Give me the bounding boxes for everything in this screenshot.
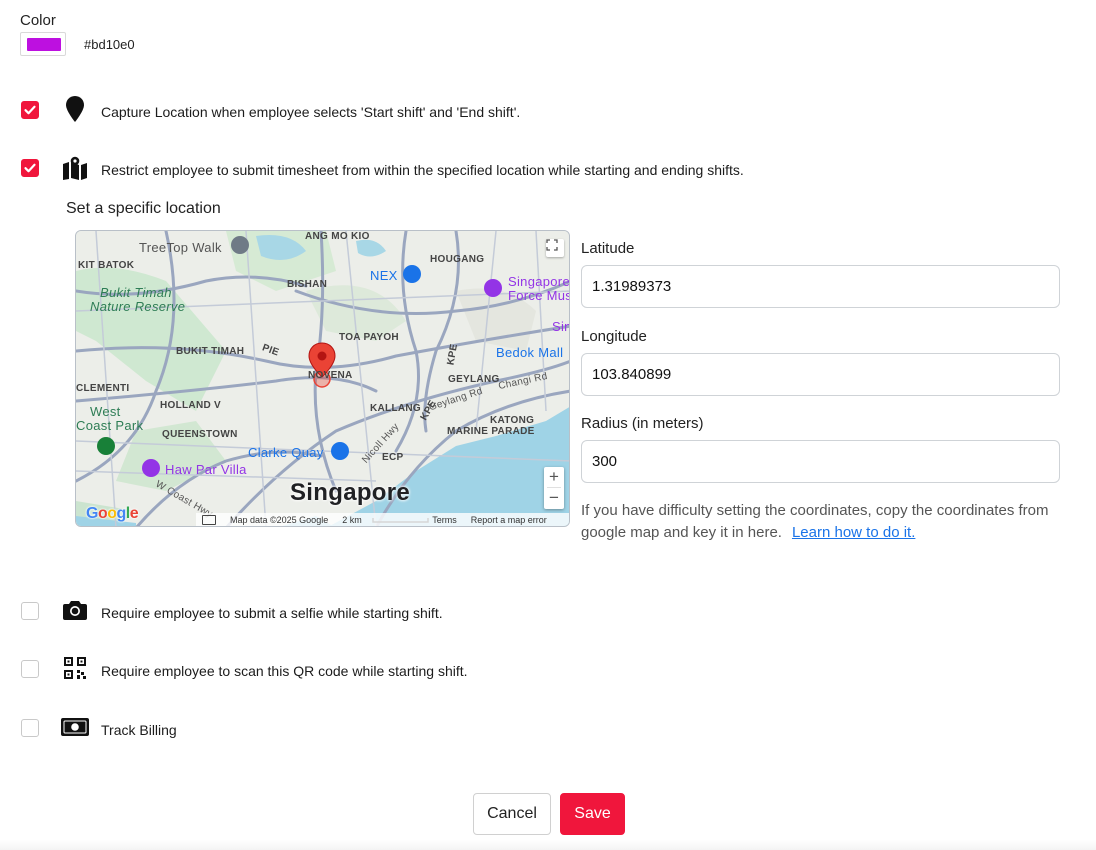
map-label-clementi: CLEMENTI (76, 383, 130, 394)
coordinates-help: If you have difficulty setting the coord… (581, 500, 1061, 544)
capture-location-label: Capture Location when employee selects '… (101, 104, 521, 120)
map-scale-text[interactable]: 2 km (342, 515, 418, 525)
map-data-text: Map data ©2025 Google (230, 515, 329, 525)
color-swatch-fill (27, 38, 61, 51)
qr-code-label: Require employee to scan this QR code wh… (101, 663, 468, 679)
map-label-ang-mo-kio: ANG MO KIO (305, 231, 370, 242)
restrict-location-label: Restrict employee to submit timesheet fr… (101, 162, 744, 178)
color-hex-value: #bd10e0 (84, 37, 135, 52)
map-zoom-out-button[interactable]: − (544, 488, 564, 508)
map-label-clarke-quay: Clarke Quay (248, 445, 324, 460)
map-label-toa-payoh: TOA PAYOH (339, 332, 399, 343)
map-label-kit-batok: KIT BATOK (78, 260, 135, 271)
map-label-haw-par-villa: Haw Par Villa (165, 462, 247, 477)
map-label-marine-parade: MARINE PARADE (447, 426, 535, 437)
track-billing-label: Track Billing (101, 722, 177, 738)
track-billing-checkbox[interactable] (21, 719, 39, 737)
map-label-kallang: KALLANG (370, 403, 421, 414)
set-location-title: Set a specific location (66, 200, 221, 217)
map-icon (62, 155, 88, 181)
color-label: Color (20, 12, 56, 29)
color-swatch[interactable] (20, 32, 66, 56)
map-label-nature-reserve: Nature Reserve (90, 299, 186, 314)
map-label-west-coast-1: West (90, 404, 121, 419)
map-report-error-link[interactable]: Report a map error (471, 515, 547, 525)
learn-how-link[interactable]: Learn how to do it. (792, 524, 915, 541)
map-label-bukit-timah-reserve: Bukit Timah (100, 285, 172, 300)
longitude-label: Longitude (581, 328, 647, 345)
map-label-bishan: BISHAN (287, 279, 328, 290)
map-label-katong: KATONG (490, 415, 535, 426)
map-label-singapore-force-2: Force Mus (508, 288, 570, 303)
map-fullscreen-button[interactable] (546, 239, 564, 257)
map-label-treetop: TreeTop Walk (139, 240, 222, 255)
bottom-edge (0, 840, 1096, 850)
map-label-ecp: ECP (382, 452, 404, 463)
map-label-west-coast-2: Coast Park (76, 418, 144, 433)
location-map[interactable]: TreeTop Walk ANG MO KIO HOUGANG KIT BATO… (75, 230, 570, 527)
radius-input[interactable] (581, 440, 1060, 483)
save-button[interactable]: Save (560, 793, 625, 835)
map-terms-link[interactable]: Terms (432, 515, 457, 525)
money-icon (61, 714, 89, 740)
longitude-input[interactable] (581, 353, 1060, 396)
latitude-input[interactable] (581, 265, 1060, 308)
map-label-singapore: Singapore (290, 479, 411, 506)
camera-icon (62, 597, 88, 623)
map-zoom-control: + − (544, 467, 564, 509)
map-label-nex: NEX (370, 268, 398, 283)
selfie-checkbox[interactable] (21, 602, 39, 620)
map-label-bukit-timah: BUKIT TIMAH (176, 346, 245, 357)
radius-label: Radius (in meters) (581, 415, 704, 432)
map-attribution: Map data ©2025 Google 2 km Terms Report … (196, 513, 569, 526)
google-logo: Google (86, 505, 139, 522)
map-label-queenstown: QUEENSTOWN (162, 429, 238, 440)
map-label-geylang: GEYLANG (448, 374, 500, 385)
latitude-label: Latitude (581, 240, 635, 257)
map-label-bedok-mall: Bedok Mall (496, 345, 564, 360)
qr-code-icon (62, 655, 88, 681)
keyboard-shortcuts-icon[interactable] (202, 515, 216, 525)
restrict-location-checkbox[interactable] (21, 159, 39, 177)
map-label-novena: NOVENA (308, 370, 353, 381)
map-label-singapore-force-1: Singapore (508, 274, 570, 289)
map-pin-icon (62, 96, 88, 122)
map-label-hougang: HOUGANG (430, 254, 485, 265)
qr-code-checkbox[interactable] (21, 660, 39, 678)
map-label-holland-v: HOLLAND V (160, 400, 222, 411)
capture-location-checkbox[interactable] (21, 101, 39, 119)
cancel-button[interactable]: Cancel (473, 793, 551, 835)
map-zoom-in-button[interactable]: + (544, 467, 564, 487)
map-label-sin: Sin (552, 319, 570, 334)
selfie-label: Require employee to submit a selfie whil… (101, 605, 443, 621)
fullscreen-icon (546, 239, 558, 251)
